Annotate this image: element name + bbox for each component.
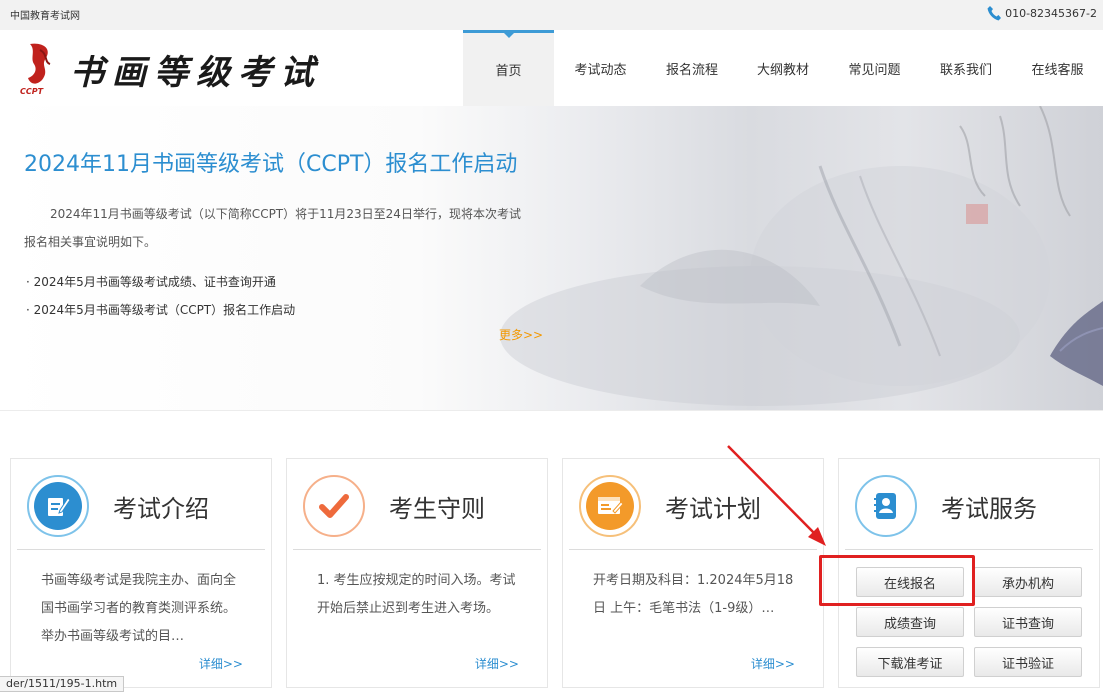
banner: 2024年11月书画等级考试（CCPT）报名工作启动 2024年11月书画等级考… (0, 106, 1103, 410)
nav-item-home[interactable]: 首页 (463, 30, 554, 106)
details-link[interactable]: 详细>> (751, 655, 795, 672)
news-list: 2024年5月书画等级考试成绩、证书查询开通 2024年5月书画等级考试（CCP… (26, 268, 296, 324)
more-link[interactable]: 更多>> (499, 326, 543, 343)
card-exam-rules: 考生守则 1. 考生应按规定的时间入场。考试开始后禁止迟到考生进入考场。 详细>… (286, 458, 548, 688)
header: CCPT 书画等级考试 首页 考试动态 报名流程 大纲教材 常见问题 联系我们 … (0, 30, 1103, 106)
card-header: 考生守则 (293, 459, 541, 550)
nav-item-contact[interactable]: 联系我们 (920, 30, 1012, 106)
address-book-icon (855, 475, 917, 537)
card-title[interactable]: 考试介绍 (113, 489, 209, 524)
nav-item-registration-process[interactable]: 报名流程 (647, 30, 737, 106)
section-divider (0, 410, 1103, 411)
site-logo[interactable]: CCPT 书画等级考试 (20, 40, 322, 98)
host-institution-button[interactable]: 承办机构 (974, 567, 1082, 597)
logo-brush-icon: CCPT (20, 40, 64, 98)
score-query-button[interactable]: 成绩查询 (856, 607, 964, 637)
certificate-query-button[interactable]: 证书查询 (974, 607, 1082, 637)
card-exam-services: 考试服务 在线报名 承办机构 成绩查询 证书查询 下载准考证 证书验证 (838, 458, 1100, 688)
main-nav: 首页 考试动态 报名流程 大纲教材 常见问题 联系我们 在线客服 (463, 30, 1103, 106)
phone-contact: 010-82345367-2 (987, 5, 1097, 21)
card-header: 考试介绍 (17, 459, 265, 550)
checkmark-icon (303, 475, 365, 537)
certificate-verify-button[interactable]: 证书验证 (974, 647, 1082, 677)
banner-description: 2024年11月书画等级考试（以下简称CCPT）将于11月23日至24日举行，现… (24, 207, 521, 249)
details-link[interactable]: 详细>> (199, 655, 243, 672)
details-link[interactable]: 详细>> (475, 655, 519, 672)
site-name[interactable]: 中国教育考试网 (10, 7, 80, 22)
online-registration-button[interactable]: 在线报名 (856, 567, 964, 597)
nav-item-exam-news[interactable]: 考试动态 (554, 30, 647, 106)
nav-item-online-service[interactable]: 在线客服 (1012, 30, 1103, 106)
card-summary: 书画等级考试是我院主办、面向全国书画学习者的教育类测评系统。举办书画等级考试的目… (41, 573, 237, 644)
card-title[interactable]: 考生守则 (389, 489, 485, 524)
nav-item-syllabus[interactable]: 大纲教材 (737, 30, 829, 106)
card-summary: 开考日期及科目：1.2024年5月18日 上午：毛笔书法（1-9级）… (593, 573, 794, 616)
card-title[interactable]: 考试计划 (665, 489, 761, 524)
news-item[interactable]: 2024年5月书画等级考试（CCPT）报名工作启动 (26, 296, 296, 324)
card-exam-plan: 考试计划 开考日期及科目：1.2024年5月18日 上午：毛笔书法（1-9级）…… (562, 458, 824, 688)
card-exam-intro: 考试介绍 书画等级考试是我院主办、面向全国书画学习者的教育类测评系统。举办书画等… (10, 458, 272, 688)
logo-subtitle: CCPT (20, 87, 44, 96)
phone-number: 010-82345367-2 (1005, 6, 1097, 20)
news-item[interactable]: 2024年5月书画等级考试成绩、证书查询开通 (26, 268, 295, 296)
status-bar-url: der/1511/195-1.htm (0, 676, 125, 692)
download-admission-ticket-button[interactable]: 下载准考证 (856, 647, 964, 677)
logo-text: 书画等级考试 (70, 52, 322, 93)
nav-item-faq[interactable]: 常见问题 (829, 30, 920, 106)
calendar-plan-icon (579, 475, 641, 537)
card-header: 考试服务 (845, 459, 1093, 550)
top-bar: 中国教育考试网 010-82345367-2 (0, 0, 1103, 30)
card-header: 考试计划 (569, 459, 817, 550)
phone-icon (987, 6, 1002, 21)
card-summary: 1. 考生应按规定的时间入场。考试开始后禁止迟到考生进入考场。 (317, 573, 516, 616)
card-title[interactable]: 考试服务 (941, 489, 1037, 524)
document-edit-icon (27, 475, 89, 537)
banner-title[interactable]: 2024年11月书画等级考试（CCPT）报名工作启动 (24, 146, 517, 178)
